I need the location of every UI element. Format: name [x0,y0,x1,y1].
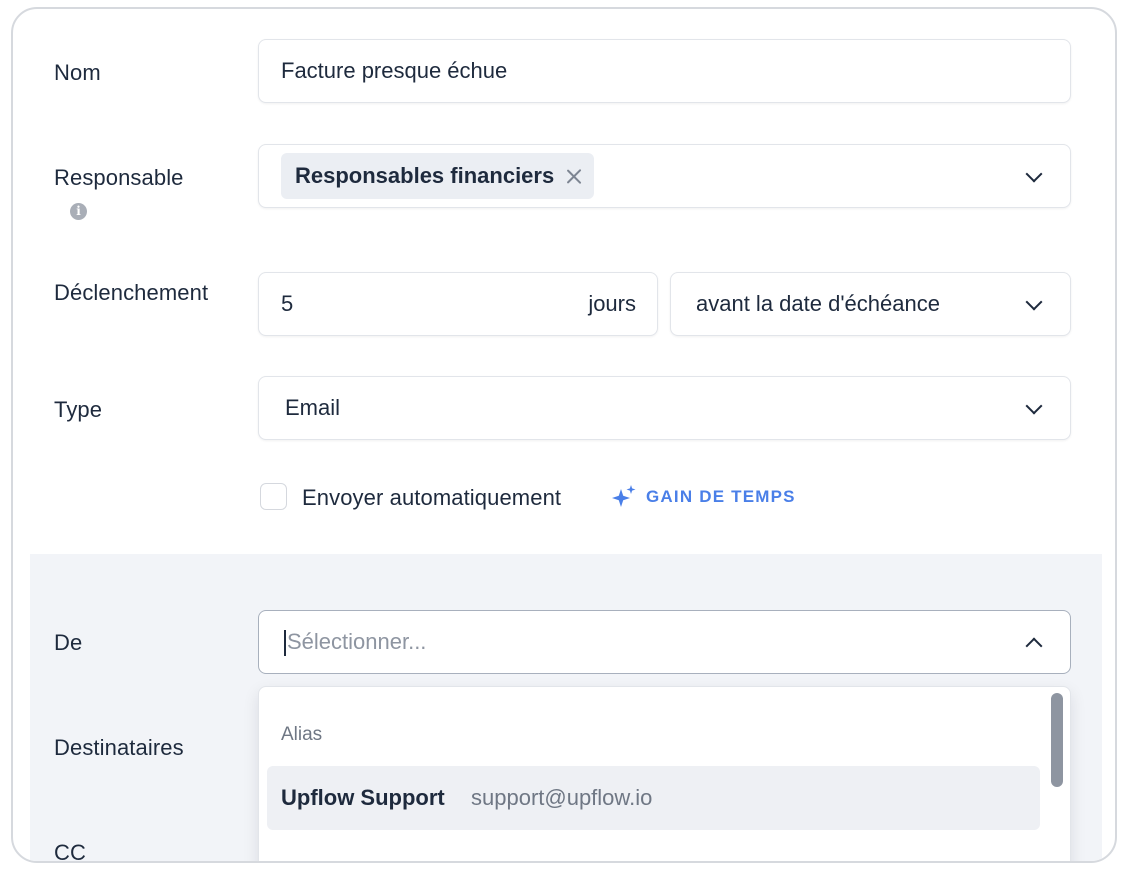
trigger-relation-select[interactable]: avant la date d'échéance [670,272,1071,336]
owner-tag: Responsables financiers [281,153,595,199]
sparkle-icon [612,485,636,507]
auto-send-label[interactable]: Envoyer automatiquement [302,485,561,511]
name-input-value: Facture presque échue [281,58,508,83]
type-select-value: Email [285,395,341,420]
chevron-up-icon[interactable] [1025,637,1043,655]
trigger-relation-value: avant la date d'échéance [696,291,940,316]
option-email: support@upflow.io [471,785,653,810]
recipients-label: Destinataires [54,735,184,760]
option-name: Upflow Support [281,785,445,810]
time-saving-badge-label: GAIN DE TEMPS [646,487,796,506]
from-label: De [54,630,83,655]
dropdown-scrollbar[interactable] [1051,693,1063,787]
chevron-down-icon[interactable] [1025,165,1043,183]
trigger-days-input[interactable]: 5 jours [258,272,658,336]
name-label: Nom [54,60,101,85]
automation-step-form: Nom Facture presque échue Responsable i … [11,7,1117,863]
type-select[interactable]: Email [258,376,1071,440]
chevron-down-icon[interactable] [1025,293,1043,311]
owner-tag-label: Responsables financiers [295,163,555,188]
owner-select[interactable]: Responsables financiers [258,144,1071,208]
time-saving-badge: GAIN DE TEMPS [611,484,796,510]
from-select[interactable]: Sélectionner... [258,610,1071,674]
chevron-down-icon[interactable] [1025,397,1043,415]
trigger-unit-suffix: jours [588,291,636,316]
type-label: Type [54,397,103,422]
name-input[interactable]: Facture presque échue [258,39,1071,103]
dropdown-option[interactable]: Upflow Support support@upflow.io [267,766,1040,830]
from-dropdown-menu: Alias Upflow Support support@upflow.io [258,686,1071,861]
trigger-days-value: 5 [281,291,294,316]
auto-send-checkbox[interactable] [260,483,287,510]
text-cursor [284,630,286,656]
from-select-placeholder: Sélectionner... [287,629,427,654]
cc-label: CC [54,840,86,863]
info-icon[interactable]: i [70,203,87,220]
dropdown-group-label: Alias [281,724,323,745]
trigger-label: Déclenchement [54,280,209,305]
close-icon[interactable] [566,168,582,184]
owner-label: Responsable [54,165,184,190]
